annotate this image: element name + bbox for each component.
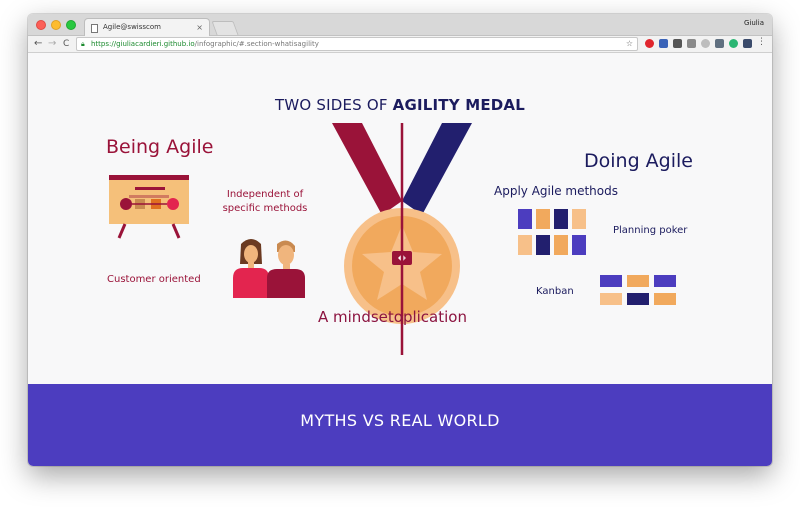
tab-title: Agile@swisscom: [103, 23, 161, 31]
close-window-button[interactable]: [36, 20, 46, 30]
doing-agile-heading: Doing Agile: [584, 150, 693, 172]
url-host: https://giuliacardieri.github.io: [91, 40, 195, 48]
medal-caption: A mindsetoplication: [318, 308, 467, 326]
pocket-extension-icon[interactable]: [673, 39, 682, 48]
kanban-label: Kanban: [536, 286, 574, 297]
tab-strip: Agile@swisscom × Giulia: [28, 14, 772, 37]
browser-window: Agile@swisscom × Giulia ← → C 🔒︎ https:/…: [28, 14, 772, 466]
myths-section-title: MYTHS VS REAL WORLD: [300, 411, 500, 430]
planning-poker-cards-icon: [518, 209, 586, 255]
planning-poker-label: Planning poker: [613, 225, 688, 236]
section-title-bold: AGILITY MEDAL: [392, 96, 525, 114]
whiteboard-icon: [109, 175, 189, 239]
forward-button[interactable]: →: [48, 38, 56, 50]
browser-toolbar: ← → C 🔒︎ https://giuliacardieri.github.i…: [28, 36, 772, 53]
opera-extension-icon[interactable]: [645, 39, 654, 48]
being-agile-heading: Being Agile: [106, 136, 214, 158]
grammarly-extension-icon[interactable]: [729, 39, 738, 48]
extension-icon[interactable]: [659, 39, 668, 48]
people-icon: [233, 239, 305, 298]
browser-menu-icon[interactable]: ⋮: [757, 37, 766, 47]
minimize-window-button[interactable]: [51, 20, 61, 30]
zoom-window-button[interactable]: [66, 20, 76, 30]
customer-oriented-label: Customer oriented: [107, 274, 201, 285]
myths-section-bar: MYTHS VS REAL WORLD: [28, 384, 772, 466]
extension-icon[interactable]: [687, 39, 696, 48]
url-path: /infographic/#.section-whatisagility: [194, 40, 319, 48]
kanban-board-icon: [600, 275, 676, 305]
bookmark-star-icon[interactable]: ☆: [626, 38, 633, 50]
page-icon: [91, 24, 98, 33]
address-bar[interactable]: 🔒︎ https://giuliacardieri.github.io/info…: [76, 37, 638, 51]
independent-methods-label: Independent of specific methods: [222, 189, 308, 214]
profile-name[interactable]: Giulia: [744, 19, 764, 27]
reload-button[interactable]: C: [63, 38, 69, 50]
cloud-extension-icon[interactable]: [701, 39, 710, 48]
extension-icon[interactable]: [743, 39, 752, 48]
extension-icon[interactable]: [715, 39, 724, 48]
lock-icon: 🔒︎: [81, 40, 85, 48]
tab-agile-swisscom[interactable]: Agile@swisscom ×: [84, 18, 210, 37]
back-button[interactable]: ←: [34, 38, 42, 50]
section-title: TWO SIDES OF AGILITY MEDAL: [28, 96, 772, 114]
apply-agile-methods-label: Apply Agile methods: [494, 184, 618, 198]
section-title-prefix: TWO SIDES OF: [275, 96, 393, 114]
tab-close-icon[interactable]: ×: [196, 19, 203, 36]
new-tab-button[interactable]: [211, 21, 239, 35]
page-content: TWO SIDES OF AGILITY MEDAL Being Agile D…: [28, 54, 772, 466]
